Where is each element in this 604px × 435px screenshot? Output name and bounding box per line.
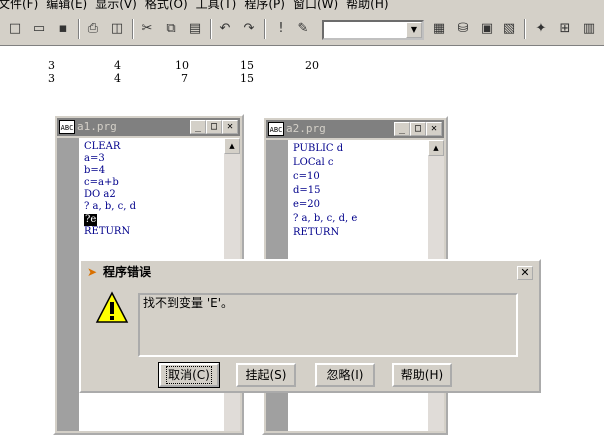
output-cell: 10 <box>175 59 189 72</box>
window-title: a1.prg <box>77 120 117 133</box>
selected-code-line: ?e <box>84 213 98 226</box>
menu-window[interactable]: 窗口(W) <box>293 0 346 10</box>
dialog-title-bar[interactable]: ➤ 程序错误 ✕ <box>83 263 537 281</box>
code-line: LOCal c <box>293 157 334 168</box>
output-cell: 7 <box>181 72 188 85</box>
minimize-button[interactable]: _ <box>190 120 206 134</box>
cancel-button-label: 取消(C) <box>166 366 212 384</box>
output-cell: 15 <box>240 59 254 72</box>
scroll-up-icon[interactable]: ▲ <box>224 138 240 154</box>
help-button-label: 帮助(H) <box>400 368 444 382</box>
window-title-bar[interactable]: ABC a2.prg _ □ ✕ <box>266 120 444 138</box>
output-cell: 15 <box>240 72 254 85</box>
editor-gutter <box>57 138 79 431</box>
code-line: c=a+b <box>84 177 119 189</box>
window-title: a2.prg <box>286 122 326 135</box>
code-line: ? a, b, c, d, e <box>293 213 358 224</box>
suspend-button-label: 挂起(S) <box>245 368 287 382</box>
scroll-up-icon[interactable]: ▲ <box>428 140 444 156</box>
code-line: RETURN <box>293 227 340 238</box>
code-lines: PUBLIC d LOCal c c=10 d=15 e=20 ? a, b, … <box>293 142 357 240</box>
foxpro-icon: ➤ <box>87 265 98 279</box>
open-folder-icon[interactable]: ▭ <box>30 20 48 38</box>
toolbar-separator <box>264 19 266 39</box>
code-line: PUBLIC d <box>293 143 344 154</box>
ignore-button-label: 忽略(I) <box>326 368 364 382</box>
menu-bar: 文件(F) 编辑(E) 显示(V) 格式(O) 工具(T) 程序(P) 窗口(W… <box>0 0 604 14</box>
error-message: 找不到变量 'E'。 <box>138 293 518 357</box>
menu-help[interactable]: 帮助(H) <box>346 0 396 10</box>
copy-icon[interactable]: ⧉ <box>162 20 180 38</box>
toolbar-separator <box>132 19 134 39</box>
maximize-button[interactable]: □ <box>206 120 222 134</box>
code-line: RETURN <box>84 225 131 237</box>
code-line: c=10 <box>293 171 320 182</box>
dialog-title: 程序错误 <box>103 265 152 279</box>
undo-icon[interactable]: ↶ <box>216 20 234 38</box>
form-icon[interactable]: ▥ <box>580 20 598 38</box>
print-icon[interactable]: ⎙ <box>84 20 102 38</box>
command-window-icon[interactable]: ▦ <box>430 20 448 38</box>
menu-view[interactable]: 显示(V) <box>95 0 145 10</box>
report-icon[interactable]: ▧ <box>500 20 518 38</box>
new-file-icon[interactable]: □ <box>6 20 24 38</box>
program-error-dialog: ➤ 程序错误 ✕ 找不到变量 'E'。 取消(C) 挂起(S) 忽略(I) 帮助… <box>79 259 541 393</box>
chevron-down-icon[interactable]: ▼ <box>406 22 422 38</box>
output-cell: 20 <box>305 59 319 72</box>
code-line: a=3 <box>84 153 105 165</box>
output-cell: 4 <box>114 59 121 72</box>
code-line: b=4 <box>84 165 106 177</box>
window-title-bar[interactable]: ABC a1.prg _ □ ✕ <box>57 118 240 136</box>
program-file-icon: ABC <box>268 122 284 136</box>
print-preview-icon[interactable]: ◫ <box>108 20 126 38</box>
code-line: e=20 <box>293 199 321 210</box>
close-button[interactable]: ✕ <box>426 122 442 136</box>
data-session-icon[interactable]: ⛁ <box>454 20 472 38</box>
output-cell: 3 <box>48 72 55 85</box>
minimize-button[interactable]: _ <box>394 122 410 136</box>
code-lines: CLEAR a=3 b=4 c=a+b DO a2 ? a, b, c, d ?… <box>84 141 136 238</box>
maximize-button[interactable]: □ <box>410 122 426 136</box>
toolbar-separator <box>210 19 212 39</box>
close-button[interactable]: ✕ <box>517 266 533 280</box>
redo-icon[interactable]: ↷ <box>240 20 258 38</box>
code-line: d=15 <box>293 185 321 196</box>
builder-icon[interactable]: ✦ <box>532 20 550 38</box>
cut-icon[interactable]: ✂ <box>138 20 156 38</box>
project-icon[interactable]: ▣ <box>478 20 496 38</box>
database-combo[interactable]: ▼ <box>322 20 424 40</box>
menu-tools[interactable]: 工具(T) <box>196 0 245 10</box>
code-line: CLEAR <box>84 141 121 152</box>
menu-file[interactable]: 文件(F) <box>0 0 46 10</box>
cancel-button[interactable]: 取消(C) <box>158 362 220 388</box>
close-button[interactable]: ✕ <box>222 120 238 134</box>
toolbar-separator <box>524 19 526 39</box>
code-line: ? a, b, c, d <box>84 201 136 213</box>
paste-icon[interactable]: ▤ <box>186 20 204 38</box>
menu-edit[interactable]: 编辑(E) <box>46 0 95 10</box>
program-file-icon: ABC <box>59 120 75 134</box>
toolbar-separator <box>78 19 80 39</box>
run-icon[interactable]: ! <box>272 20 290 38</box>
toolbar: □ ▭ ▪ ⎙ ◫ ✂ ⧉ ▤ ↶ ↷ ! ✎ ▼ ▦ ⛁ ▣ ▧ ✦ ⊞ ▥ <box>0 14 604 46</box>
output-cell: 4 <box>114 72 121 85</box>
menu-format[interactable]: 格式(O) <box>145 0 196 10</box>
wizard-icon[interactable]: ⊞ <box>556 20 574 38</box>
output-cell: 3 <box>48 59 55 72</box>
help-button[interactable]: 帮助(H) <box>392 363 452 387</box>
save-icon[interactable]: ▪ <box>54 20 72 38</box>
menu-program[interactable]: 程序(P) <box>244 0 293 10</box>
suspend-button[interactable]: 挂起(S) <box>236 363 296 387</box>
ignore-button[interactable]: 忽略(I) <box>315 363 375 387</box>
modify-form-icon[interactable]: ✎ <box>294 20 312 38</box>
warning-icon <box>95 291 129 323</box>
code-line: DO a2 <box>84 189 116 201</box>
